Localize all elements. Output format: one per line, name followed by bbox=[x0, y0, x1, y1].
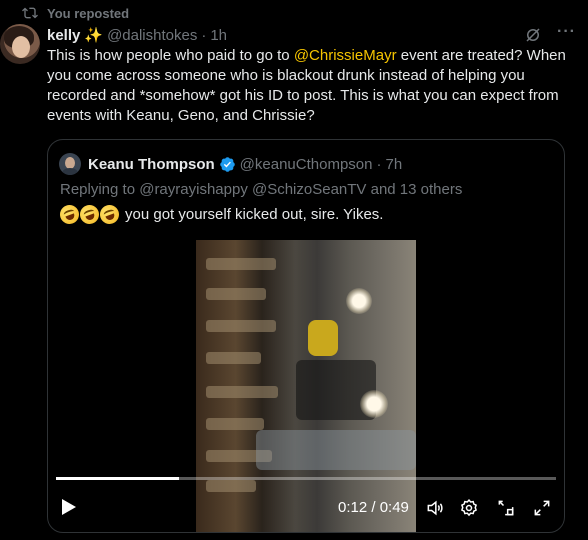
quoted-post-text: you got yourself kicked out, sire. Yikes… bbox=[57, 202, 384, 227]
grok-icon[interactable] bbox=[524, 26, 542, 44]
repost-label: You reposted bbox=[47, 5, 130, 21]
quoted-post[interactable]: Keanu Thompson @keanuCthompson · 7h Repl… bbox=[47, 139, 565, 533]
settings-icon[interactable] bbox=[459, 498, 479, 518]
play-icon[interactable] bbox=[61, 498, 77, 516]
post-header: kelly ✨ @dalishtokes · 1h ··· bbox=[47, 23, 588, 45]
laughing-emojis bbox=[57, 202, 122, 227]
video-progress-bar[interactable] bbox=[56, 477, 556, 480]
quoted-post-body: you got yourself kicked out, sire. Yikes… bbox=[125, 206, 384, 223]
post-time[interactable]: 1h bbox=[210, 27, 227, 44]
more-icon[interactable]: ··· bbox=[557, 23, 576, 41]
verified-icon bbox=[219, 156, 235, 172]
repost-indicator: You reposted bbox=[22, 4, 129, 22]
rofl-emoji bbox=[77, 202, 102, 227]
fullscreen-icon[interactable] bbox=[532, 498, 552, 518]
quoted-author-avatar[interactable] bbox=[59, 153, 81, 175]
quoted-post-time[interactable]: 7h bbox=[385, 156, 402, 173]
rofl-emoji bbox=[57, 202, 82, 227]
author-avatar[interactable] bbox=[0, 24, 40, 64]
quoted-post-header: Keanu Thompson @keanuCthompson · 7h bbox=[88, 154, 402, 174]
video-timecode: 0:12 / 0:49 bbox=[338, 499, 409, 516]
replying-to[interactable]: Replying to @rayrayishappy @SchizoSeanTV… bbox=[60, 181, 462, 198]
sparkle-emoji: ✨ bbox=[84, 27, 104, 44]
rofl-emoji bbox=[97, 202, 122, 227]
separator-dot: · bbox=[201, 26, 207, 44]
author-name[interactable]: kelly bbox=[47, 27, 80, 44]
quoted-author-name[interactable]: Keanu Thompson bbox=[88, 156, 215, 173]
repost-icon bbox=[22, 7, 38, 19]
video-progress-fill bbox=[56, 477, 179, 480]
pip-icon[interactable] bbox=[496, 498, 516, 518]
post-text-before: This is how people who paid to go to bbox=[47, 47, 294, 64]
quoted-author-handle[interactable]: @keanuCthompson bbox=[240, 156, 373, 173]
mention-link[interactable]: @ChrissieMayr bbox=[294, 47, 397, 64]
post-text: This is how people who paid to go to @Ch… bbox=[47, 46, 572, 126]
separator-dot: · bbox=[376, 155, 382, 173]
author-handle[interactable]: @dalishtokes bbox=[107, 27, 197, 44]
volume-icon[interactable] bbox=[425, 498, 445, 518]
video-controls: 0:12 / 0:49 bbox=[48, 470, 564, 532]
